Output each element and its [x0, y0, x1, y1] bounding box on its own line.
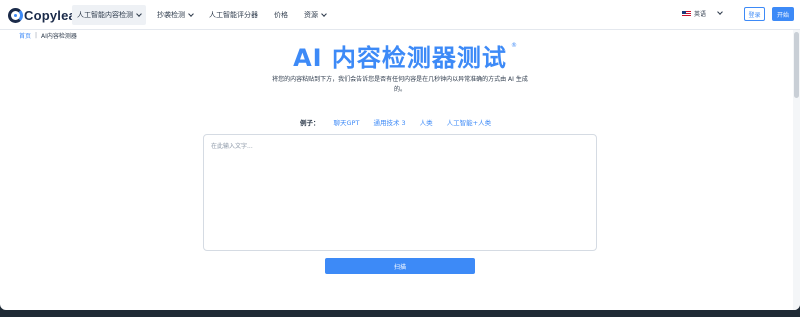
- example-ai-human[interactable]: 人工智能+人类: [447, 117, 491, 127]
- example-gpt3[interactable]: 通用技术 3: [373, 117, 405, 127]
- registered-mark: ®: [511, 42, 517, 49]
- examples-label: 例子：: [300, 119, 320, 127]
- examples-row: 例子： 聊天GPT 通用技术 3 人类 人工智能+人类: [300, 117, 505, 127]
- page: Copyleaks 人工智能内容检测 抄袭检测 人工智能评分器 价格 资源 英语…: [0, 0, 800, 310]
- language-selector[interactable]: 英语: [682, 9, 706, 18]
- chevron-down-icon: [321, 10, 327, 17]
- scan-button[interactable]: 扫描: [325, 258, 475, 274]
- nav-item-ai-grader[interactable]: 人工智能评分器: [204, 5, 263, 25]
- login-button[interactable]: 登录: [744, 7, 765, 21]
- main-nav: 人工智能内容检测 抄袭检测 人工智能评分器 价格 资源: [72, 0, 337, 30]
- scrollbar-thumb[interactable]: [794, 32, 799, 98]
- chevron-down-icon: [188, 10, 194, 17]
- us-flag-icon: [682, 10, 691, 17]
- page-title: AI 内容检测器测试: [293, 44, 507, 72]
- start-button[interactable]: 开始: [772, 7, 794, 21]
- text-input[interactable]: [204, 135, 596, 250]
- nav-item-plagiarism-detection[interactable]: 抄袭检测: [152, 5, 198, 25]
- nav-item-ai-content-detection[interactable]: 人工智能内容检测: [72, 5, 146, 25]
- chevron-down-icon: [136, 10, 142, 17]
- page-subtitle: 将您的内容粘贴到下方，我们会告诉您是否有任何内容是在几秒钟内以异常准确的方式由 …: [272, 76, 528, 93]
- top-navbar: Copyleaks 人工智能内容检测 抄袭检测 人工智能评分器 价格 资源 英语…: [0, 0, 800, 30]
- example-chatgpt[interactable]: 聊天GPT: [334, 117, 360, 127]
- logo-icon: [8, 7, 23, 23]
- example-human[interactable]: 人类: [420, 117, 433, 127]
- language-chevron-down-icon[interactable]: [717, 9, 723, 15]
- nav-item-resources[interactable]: 资源: [299, 5, 331, 25]
- nav-item-pricing[interactable]: 价格: [269, 5, 293, 25]
- language-label: 英语: [694, 11, 707, 18]
- text-input-box: [203, 134, 597, 251]
